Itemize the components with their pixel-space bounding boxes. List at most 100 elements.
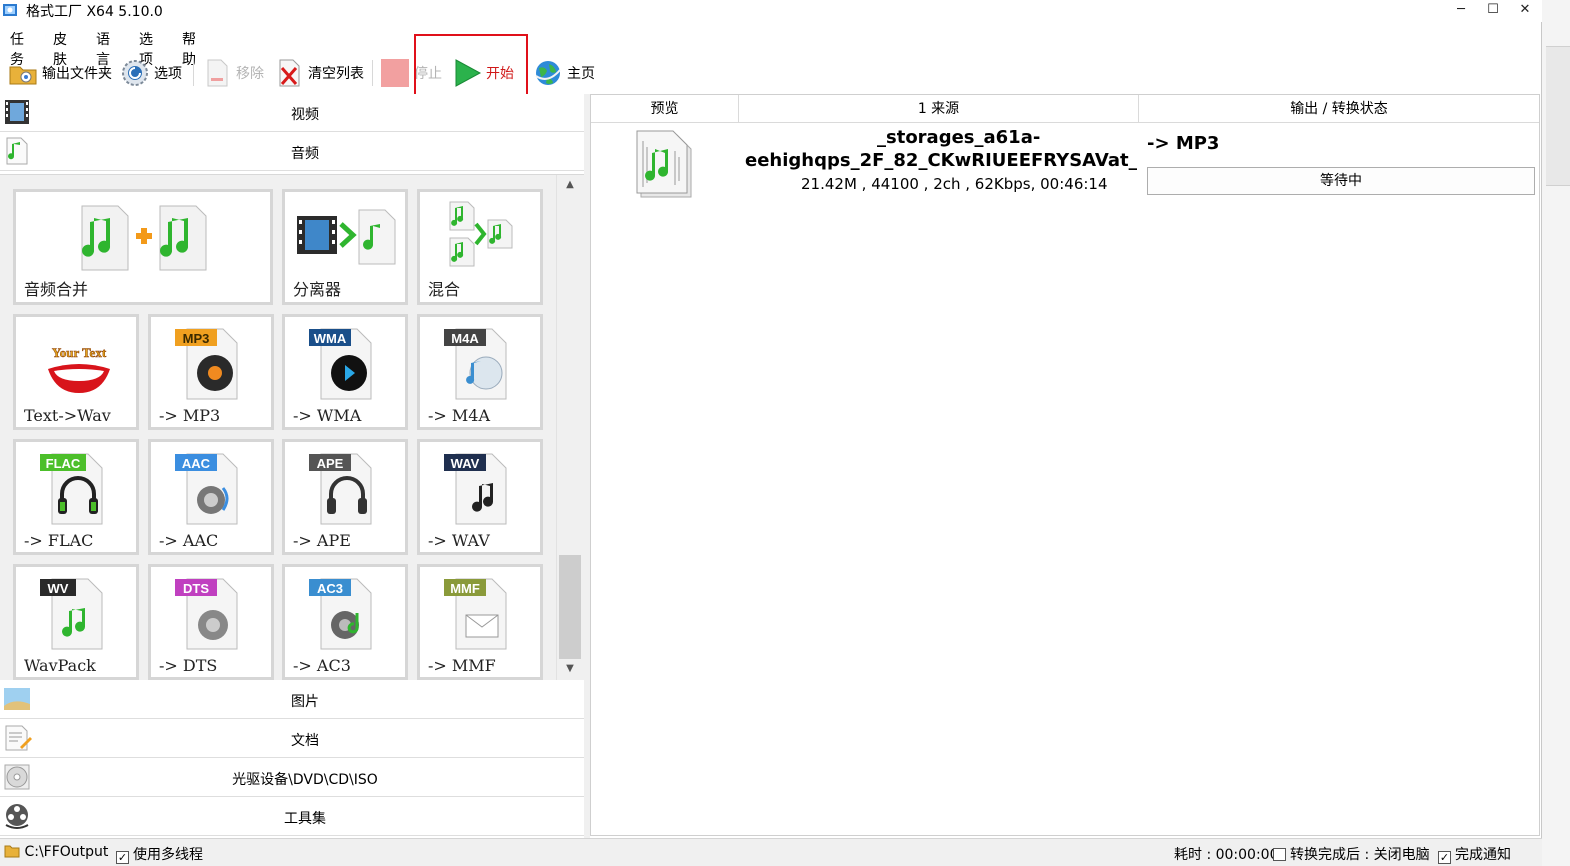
wavpack-file-icon: WV [40, 578, 103, 650]
ac3-badge: AC3 [317, 581, 343, 596]
notify-toggle[interactable]: ✓ 完成通知 [1438, 844, 1511, 864]
output-path[interactable]: C:\FFOutput [4, 844, 108, 860]
toolbar-separator [193, 60, 194, 86]
tile-to-mmf[interactable]: MMF -> MMF [417, 564, 543, 680]
multithread-toggle[interactable]: ✓ 使用多线程 [116, 844, 203, 864]
header-preview[interactable]: 预览 [591, 95, 739, 123]
tile-to-mp3-label: -> MP3 [159, 406, 221, 425]
scroll-down-icon[interactable]: ▼ [557, 659, 583, 679]
flac-badge: FLAC [46, 456, 81, 471]
tile-mix-label: 混合 [428, 280, 461, 299]
task-list: 预览 1 来源 输出 / 转换状态 _storages_a61a- eehigh… [590, 94, 1540, 836]
wav-badge: WAV [451, 456, 480, 471]
remove-label: 移除 [236, 66, 264, 82]
m4a-badge: M4A [451, 331, 479, 346]
audio-file-preview-icon [636, 130, 692, 198]
tile-to-flac[interactable]: FLAC -> FLAC [13, 439, 139, 555]
tile-audio-merge[interactable]: 音频合并 [13, 189, 273, 305]
tile-to-wma[interactable]: WMA -> WMA [282, 314, 408, 430]
clear-list-label: 清空列表 [308, 66, 364, 82]
text-art-label: Your Text [52, 345, 107, 360]
flac-file-icon: FLAC [40, 453, 103, 525]
output-folder-label: 输出文件夹 [42, 66, 112, 82]
category-image-label: 图片 [291, 694, 319, 710]
window-title: 格式工厂 X64 5.10.0 [26, 4, 163, 20]
stop-icon [381, 59, 409, 87]
clear-list-button[interactable]: 清空列表 [274, 56, 364, 90]
category-rom-device[interactable]: 光驱设备\DVD\CD\ISO [0, 759, 584, 797]
maximize-button[interactable]: ☐ [1476, 0, 1510, 22]
ape-file-icon: APE [309, 453, 372, 525]
multithread-checkbox[interactable]: ✓ [116, 851, 129, 864]
category-tools[interactable]: 工具集 [0, 798, 584, 836]
globe-icon [535, 61, 561, 85]
task-row[interactable]: _storages_a61a- eehighqps_2F_82_CKwRIUEE… [591, 123, 1539, 203]
after-done-label: 转换完成后 : 关闭电脑 [1290, 847, 1430, 863]
category-image[interactable]: 图片 [0, 681, 584, 719]
mp3-badge: MP3 [183, 331, 210, 346]
tile-wavpack[interactable]: WV WavPack [13, 564, 139, 680]
source-info: 21.42M , 44100 , 2ch , 62Kbps, 00:46:14 [801, 175, 1108, 193]
tile-splitter[interactable]: 分离器 [282, 189, 408, 305]
folder-small-icon [4, 845, 20, 858]
tile-to-ac3[interactable]: AC3 -> AC3 [282, 564, 408, 680]
mix-icon [449, 201, 513, 267]
aac-file-icon: AAC [175, 453, 238, 525]
tools-scrollbar[interactable]: ▲ ▼ [556, 175, 582, 680]
category-rom-label: 光驱设备\DVD\CD\ISO [232, 772, 378, 788]
gear-icon [122, 60, 148, 86]
after-done-toggle[interactable]: 转换完成后 : 关闭电脑 [1273, 844, 1430, 864]
ac3-file-icon: AC3 [309, 578, 372, 650]
category-tools-label: 工具集 [284, 811, 326, 827]
source-name-line2: eehighqps_2F_82_CKwRIUEEFRYSAVat_QCN_l [745, 150, 1137, 171]
aac-badge: AAC [182, 456, 211, 471]
close-button[interactable]: ✕ [1508, 0, 1542, 22]
tile-to-wav[interactable]: WAV -> WAV [417, 439, 543, 555]
tile-text-to-wav[interactable]: Your Text Text->Wav [13, 314, 139, 430]
multithread-label: 使用多线程 [133, 847, 203, 863]
tile-audio-merge-label: 音频合并 [24, 280, 89, 299]
header-status[interactable]: 输出 / 转换状态 [1139, 95, 1539, 123]
category-video-label: 视频 [291, 107, 319, 123]
output-format: -> MP3 [1147, 133, 1220, 154]
mmf-file-icon: MMF [444, 578, 507, 650]
category-video[interactable]: 视频 [0, 94, 584, 132]
after-done-checkbox[interactable] [1273, 848, 1286, 861]
options-button[interactable]: 选项 [120, 56, 182, 90]
tile-to-mp3[interactable]: MP3 -> MP3 [148, 314, 274, 430]
elapsed-time: 耗时 : 00:00:00 [1174, 847, 1279, 863]
scroll-thumb[interactable] [559, 555, 581, 659]
output-folder-button[interactable]: 输出文件夹 [8, 56, 112, 90]
tile-to-aac[interactable]: AAC -> AAC [148, 439, 274, 555]
mp3-file-icon: MP3 [175, 328, 238, 400]
tile-text-to-wav-label: Text->Wav [24, 406, 111, 425]
wav-file-icon: WAV [444, 453, 507, 525]
category-document[interactable]: 文档 [0, 720, 584, 758]
dts-file-icon: DTS [175, 578, 238, 650]
category-panel: 视频 音频 音频合并 分离器 混合 Your Text Text->Wav MP… [0, 94, 584, 838]
tile-mix[interactable]: 混合 [417, 189, 543, 305]
minimize-button[interactable]: ─ [1444, 0, 1478, 22]
header-source[interactable]: 1 来源 [739, 95, 1139, 123]
category-audio[interactable]: 音频 [0, 133, 584, 171]
remove-button[interactable]: 移除 [202, 56, 264, 90]
home-button[interactable]: 主页 [533, 56, 595, 90]
tile-to-m4a[interactable]: M4A -> M4A [417, 314, 543, 430]
tile-to-dts[interactable]: DTS -> DTS [148, 564, 274, 680]
tile-to-ac3-label: -> AC3 [293, 656, 351, 675]
tile-to-ape[interactable]: APE -> APE [282, 439, 408, 555]
remove-file-icon [207, 59, 228, 87]
options-label: 选项 [154, 66, 182, 82]
audio-tools-grid: 音频合并 分离器 混合 Your Text Text->Wav MP3 -> M… [0, 174, 584, 680]
start-highlight-box [414, 34, 528, 102]
scroll-up-icon[interactable]: ▲ [557, 175, 583, 195]
desktop-background [1542, 0, 1570, 866]
notify-checkbox[interactable]: ✓ [1438, 851, 1451, 864]
tile-to-dts-label: -> DTS [159, 656, 218, 675]
tile-to-m4a-label: -> M4A [428, 406, 491, 425]
clear-list-icon [279, 59, 300, 87]
tile-to-ape-label: -> APE [293, 531, 351, 550]
status-bar: C:\FFOutput ✓ 使用多线程 耗时 : 00:00:00 转换完成后 :… [0, 838, 1542, 866]
app-logo-icon [3, 4, 17, 16]
tile-to-mmf-label: -> MMF [428, 656, 496, 675]
